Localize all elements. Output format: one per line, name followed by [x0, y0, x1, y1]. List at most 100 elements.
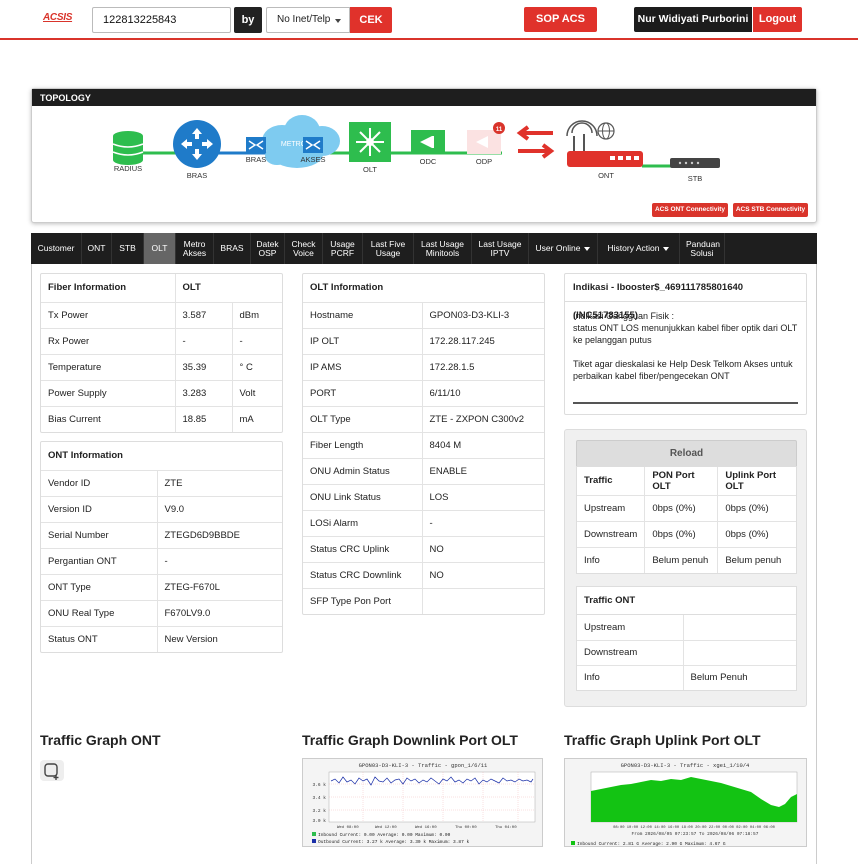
table-row: ONU Admin Status ENABLE [303, 457, 544, 484]
divider [573, 402, 798, 404]
traffic-graph-uplink-title: Traffic Graph Uplink Port OLT [564, 732, 761, 748]
tab-user-online[interactable]: User Online [529, 233, 598, 264]
table-row: Upstream [577, 615, 796, 640]
table-row: Serial Number ZTEGD6D9BBDE [41, 521, 282, 548]
bras-label: BRAS [187, 171, 207, 180]
chevron-down-icon [335, 19, 341, 23]
stb-icon[interactable] [670, 158, 720, 168]
search-input[interactable] [92, 7, 231, 33]
odp-label: ODP [476, 157, 492, 166]
table-row: IP OLT 172.28.117.245 [303, 327, 544, 354]
tab-last-usage-minitools[interactable]: Last Usage Minitools [414, 233, 472, 264]
by-label: by [234, 7, 262, 33]
table-row: Pergantian ONT - [41, 547, 282, 574]
table-row: Status CRC Downlink NO [303, 561, 544, 588]
akses-label: AKSES [300, 155, 325, 164]
olt-icon[interactable] [349, 122, 391, 162]
svg-text:From 2026/08/05 07:23:57 To 20: From 2026/08/05 07:23:57 To 2026/08/06 0… [632, 831, 759, 837]
table-row: Vendor ID ZTE [41, 469, 282, 496]
table-row: Status CRC Uplink NO [303, 535, 544, 562]
odp-icon[interactable] [467, 130, 501, 154]
ont-information-panel: ONT Information Vendor ID ZTE Version ID V… [40, 441, 283, 653]
tab-olt[interactable]: OLT [144, 233, 176, 264]
table-row: Hostname GPON03-D3-KLI-3 [303, 301, 544, 328]
reload-button[interactable]: Reload [576, 440, 797, 466]
tab-check-voice[interactable]: Check Voice [285, 233, 323, 264]
traffic-ont-panel: Traffic ONT Upstream Downstream Info Belu… [576, 586, 797, 691]
sop-acs-button[interactable]: SOP ACS [524, 7, 597, 32]
radius-label: RADIUS [114, 164, 142, 173]
logout-button[interactable]: Logout [753, 7, 802, 32]
svg-text:3.0 k: 3.0 k [312, 818, 326, 824]
table-row: SFP Type Pon Port [303, 587, 544, 614]
acs-stb-connectivity-button[interactable]: ACS STB Connectivity [733, 203, 808, 217]
odc-icon[interactable] [411, 130, 445, 154]
fiber-information-panel: Fiber Information OLT Tx Power 3.587 dBm Rx… [40, 273, 283, 433]
tab-stb[interactable]: STB [112, 233, 144, 264]
search-type-select[interactable]: No Inet/Telp [266, 7, 350, 33]
table-row: Info Belum penuh Belum penuh [577, 546, 796, 573]
traffic-table-panel: Traffic PON Port OLT Uplink Port OLT Upstr… [576, 466, 797, 574]
topology-panel: TOPOLOGY RADIUS BRAS METRO - E BRAS AKSE… [31, 88, 817, 223]
traffic-ont-title: Traffic ONT [577, 587, 796, 615]
tab-metro-akses[interactable]: Metro Akses [176, 233, 214, 264]
tab-panduan-solusi[interactable]: Panduan Solusi [680, 233, 725, 264]
svg-text:11: 11 [496, 127, 503, 133]
add-graph-button[interactable] [40, 760, 64, 781]
fiber-title: Fiber Information [48, 282, 127, 294]
uplink-traffic-graph: GPON03-D3-KLI-3 - Traffic - xgei_1/10/4 … [564, 758, 807, 847]
search-type-value: No Inet/Telp [277, 14, 331, 25]
tab-bras[interactable]: BRAS [214, 233, 251, 264]
svg-text:3.4 k: 3.4 k [312, 795, 326, 801]
table-row: Bias Current 18.85 mA [41, 405, 282, 432]
svg-text:3.2 k: 3.2 k [312, 808, 326, 814]
tab-datek-osp[interactable]: Datek OSP [251, 233, 285, 264]
table-row: Fiber Length 8404 M [303, 431, 544, 458]
table-row: Version ID V9.0 [41, 495, 282, 522]
svg-text:Wed 08:00: Wed 08:00 [337, 825, 359, 830]
traffic-ont-table: Upstream Downstream Info Belum Penuh [577, 615, 796, 690]
svg-text:Inbound Current: 2.81 G: Inbound Current: 2.81 G Average: 2.90 G … [577, 841, 726, 847]
table-row: Tx Power 3.587 dBm [41, 301, 282, 328]
svg-text:Wed 16:00: Wed 16:00 [415, 825, 437, 830]
uplink-graph-title: GPON03-D3-KLI-3 - Traffic - xgei_1/10/4 [621, 762, 750, 769]
traffic-table: Traffic PON Port OLT Uplink Port OLT Upstr… [577, 467, 796, 573]
tab-history-action[interactable]: History Action [598, 233, 680, 264]
cek-button[interactable]: CEK [350, 7, 392, 33]
ont-router-icon[interactable] [566, 120, 643, 167]
table-row: Power Supply 3.283 Volt [41, 379, 282, 406]
caret-down-icon [663, 246, 670, 251]
bras2-label: BRAS [246, 155, 266, 164]
svg-text:08:00 10:00 12:00 14:00 16:00: 08:00 10:00 12:00 14:00 16:00 18:00 20:0… [613, 826, 775, 830]
table-header-row: Traffic PON Port OLT Uplink Port OLT [577, 467, 796, 495]
tab-ont[interactable]: ONT [82, 233, 112, 264]
table-row: ONU Link Status LOS [303, 483, 544, 510]
user-name-button[interactable]: Nur Widiyati Purborini [634, 7, 752, 32]
olt-title: OLT Information [310, 282, 384, 294]
tab-customer[interactable]: Customer [31, 233, 82, 264]
tab-last-usage-iptv[interactable]: Last Usage IPTV [472, 233, 529, 264]
radius-icon[interactable] [112, 131, 144, 165]
add-graph-icon [44, 763, 59, 780]
ont-information-table: ONT Information Vendor ID ZTE Version ID V… [41, 442, 282, 652]
globe-icon [597, 122, 615, 140]
akses-switch-icon[interactable] [303, 137, 323, 153]
downlink-traffic-graph: GPON03-D3-KLI-3 - Traffic - gpon_1/6/11 … [302, 758, 543, 847]
tab-last-five-usage[interactable]: Last Five Usage [363, 233, 414, 264]
table-row: LOSi Alarm - [303, 509, 544, 536]
tab-usage-pcrf[interactable]: Usage PCRF [323, 233, 363, 264]
table-row: Upstream 0bps (0%) 0bps (0%) [577, 494, 796, 521]
bras-router-icon[interactable] [173, 120, 221, 168]
table-row: Info Belum Penuh [577, 664, 796, 690]
top-navbar: ACSIS by No Inet/Telp CEK SOP ACS Nur Wi… [0, 0, 858, 40]
acsis-logo[interactable]: ACSIS [43, 12, 72, 23]
table-row: Rx Power - - [41, 327, 282, 354]
indikasi-line1: Indikasi Gangguan Fisik : [573, 311, 675, 321]
bras-switch-icon[interactable] [246, 137, 266, 153]
table-row: Status ONT New Version [41, 625, 282, 652]
caret-down-icon [584, 246, 591, 251]
table-row: Downstream [577, 639, 796, 665]
svg-text:Wed 12:00: Wed 12:00 [375, 825, 397, 830]
acs-ont-connectivity-button[interactable]: ACS ONT Connectivity [652, 203, 728, 217]
olt-label: OLT [363, 165, 377, 174]
